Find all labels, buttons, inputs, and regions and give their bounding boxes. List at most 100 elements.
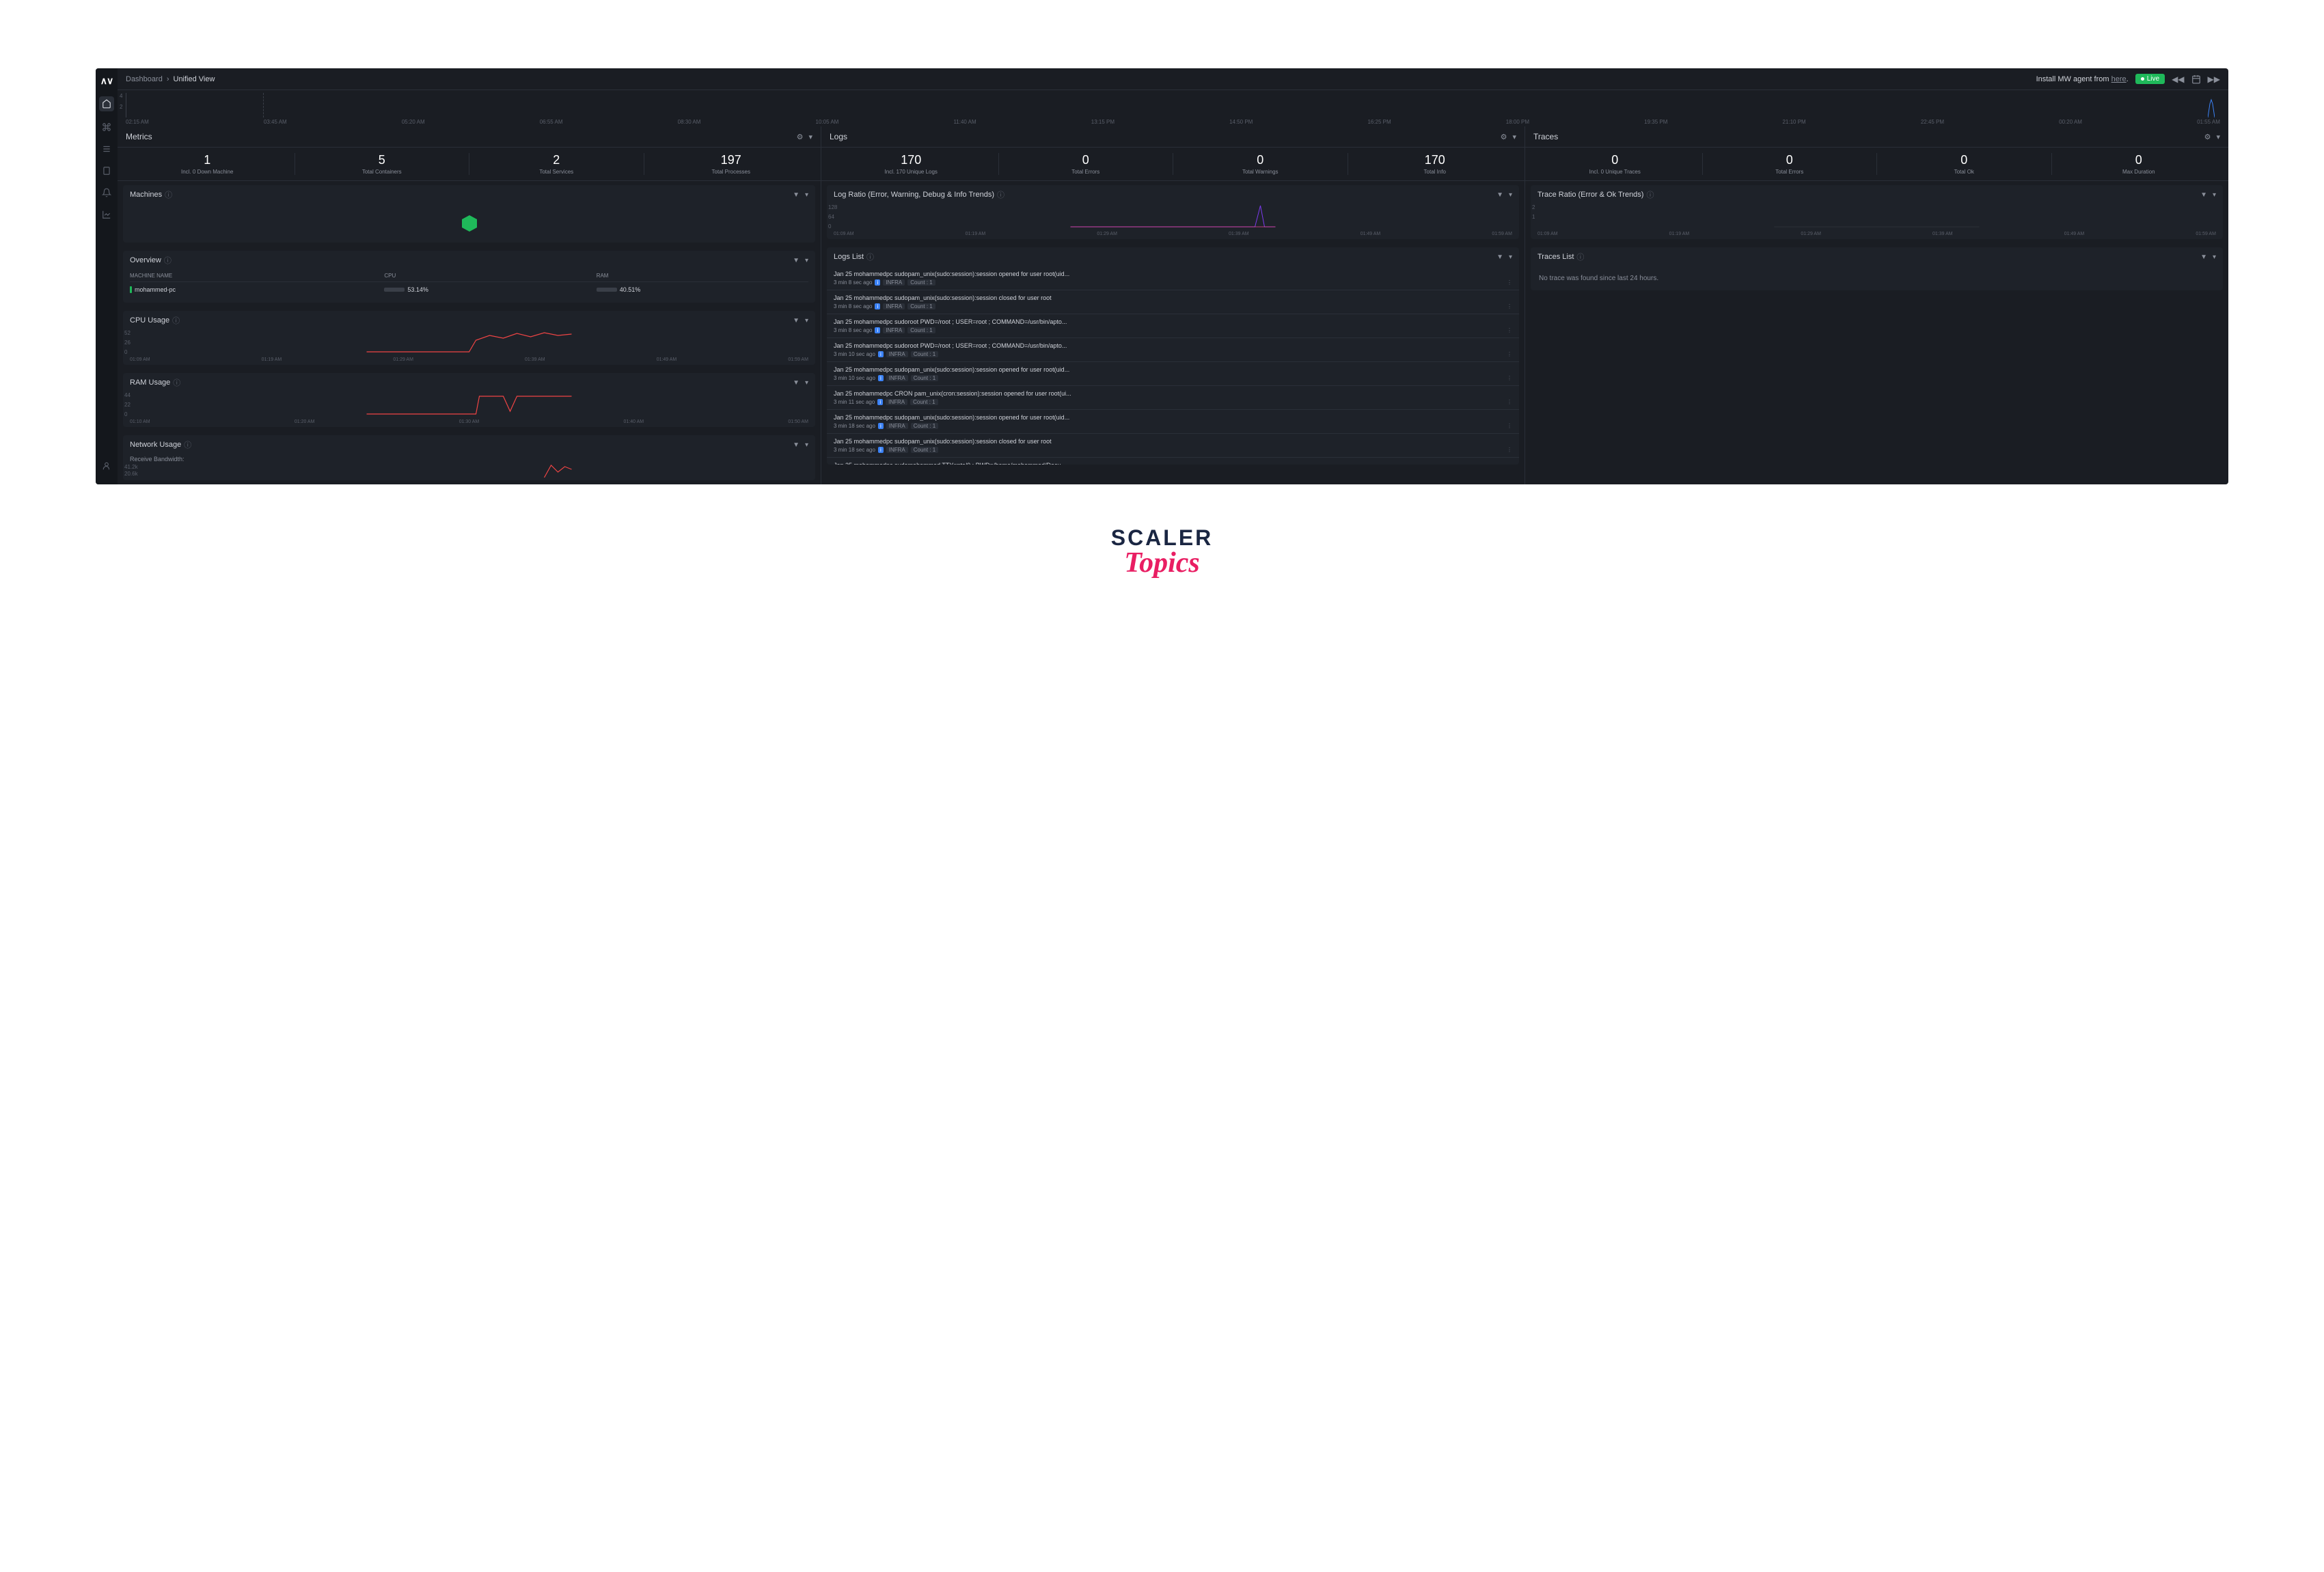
logs-list[interactable]: Jan 25 mohammedpc sudopam_unix(sudo:sess… <box>827 266 1519 465</box>
traces-stats: 0Incl. 0 Unique Traces0Total Errors0Tota… <box>1525 148 2228 181</box>
nav-home-icon[interactable] <box>99 96 114 111</box>
log-item[interactable]: Jan 25 mohammedpc sudopam_unix(sudo:sess… <box>827 410 1519 434</box>
breadcrumb-page: Unified View <box>174 75 215 83</box>
table-row[interactable]: mohammed-pc 53.14% 40.51% <box>130 282 808 297</box>
more-icon[interactable]: ⋮ <box>1507 351 1512 357</box>
timeline-chart[interactable]: 4 2 02:15 AM03:45 AM05:20 AM06:55 AM08:3… <box>118 90 2228 126</box>
sidebar: ∧∨ <box>96 68 118 484</box>
info-icon[interactable]: ⓘ <box>997 189 1004 200</box>
log-ratio-chart <box>834 204 1512 227</box>
log-item[interactable]: Jan 25 mohammedpc sudopam_unix(sudo:sess… <box>827 290 1519 314</box>
more-icon[interactable]: ⋮ <box>1507 303 1512 309</box>
gear-icon[interactable]: ⚙ <box>2204 133 2211 141</box>
info-icon[interactable]: ⓘ <box>1576 251 1584 262</box>
filter-icon[interactable]: ▼ <box>793 257 799 264</box>
cpu-chart <box>130 330 808 353</box>
stat-item: 1Incl. 0 Down Machine <box>120 153 295 175</box>
ram-card: RAM Usageⓘ ▼▾ 44 22 0 01:10 AM01:20 AM01… <box>123 373 815 427</box>
info-icon[interactable]: ⓘ <box>172 315 180 326</box>
trace-ratio-chart <box>1537 204 2216 227</box>
filter-icon[interactable]: ▼ <box>793 191 799 199</box>
stat-item: 170Incl. 170 Unique Logs <box>824 153 999 175</box>
more-icon[interactable]: ⋮ <box>1507 447 1512 453</box>
cpu-card: CPU Usageⓘ ▼▾ 52 26 0 01:09 AM01:19 AM01… <box>123 311 815 365</box>
log-item[interactable]: Jan 25 mohammedpc sudopam_unix(sudo:sess… <box>827 266 1519 290</box>
filter-icon[interactable]: ▼ <box>2200 191 2207 199</box>
more-icon[interactable]: ⋮ <box>1507 327 1512 333</box>
logs-stats: 170Incl. 170 Unique Logs0Total Errors0To… <box>821 148 1525 181</box>
filter-icon[interactable]: ▼ <box>1496 253 1503 261</box>
machines-card: Machinesⓘ ▼▾ <box>123 185 815 243</box>
info-icon[interactable]: ⓘ <box>165 189 172 200</box>
trace-ratio-card: Trace Ratio (Error & Ok Trends)ⓘ ▼▾ 2 1 … <box>1531 185 2223 239</box>
rewind-icon[interactable]: ◀◀ <box>2172 74 2184 84</box>
info-icon[interactable]: ⓘ <box>866 251 874 262</box>
info-icon[interactable]: ⓘ <box>1646 189 1654 200</box>
ram-xaxis: 01:10 AM01:20 AM01:30 AM01:40 AM01:50 AM <box>123 419 815 427</box>
nav-bell-icon[interactable] <box>100 187 113 199</box>
info-badge: i <box>875 279 880 286</box>
stat-item: 0Total Errors <box>999 153 1174 175</box>
chevron-down-icon[interactable]: ▾ <box>808 133 812 141</box>
info-icon[interactable]: ⓘ <box>164 255 172 266</box>
stat-item: 197Total Processes <box>644 153 819 175</box>
info-icon[interactable]: ⓘ <box>184 439 191 450</box>
forward-icon[interactable]: ▶▶ <box>2208 74 2220 84</box>
nav-user-icon[interactable] <box>100 460 113 472</box>
nav-command-icon[interactable] <box>100 121 113 133</box>
info-icon[interactable]: ⓘ <box>173 377 180 388</box>
ram-chart <box>130 392 808 415</box>
live-button[interactable]: Live <box>2135 74 2165 84</box>
more-icon[interactable]: ⋮ <box>1507 423 1512 429</box>
traces-title: Traces <box>1533 132 1558 141</box>
log-ratio-card: Log Ratio (Error, Warning, Debug & Info … <box>827 185 1519 239</box>
cpu-xaxis: 01:09 AM01:19 AM01:29 AM01:39 AM01:49 AM… <box>123 357 815 365</box>
stat-item: 0Total Warnings <box>1173 153 1348 175</box>
info-badge: i <box>878 375 884 381</box>
logs-list-card: Logs Listⓘ ▼▾ Jan 25 mohammedpc sudopam_… <box>827 247 1519 465</box>
net-chart <box>130 464 808 478</box>
log-item[interactable]: Jan 25 mohammedpc sudopam_unix(sudo:sess… <box>827 434 1519 458</box>
filter-icon[interactable]: ▼ <box>793 317 799 325</box>
install-link[interactable]: here <box>2111 75 2127 83</box>
install-prompt: Install MW agent from here. <box>2036 75 2129 83</box>
nav-chart-icon[interactable] <box>100 208 113 221</box>
nav-doc-icon[interactable] <box>100 165 113 177</box>
traces-list-card: Traces Listⓘ ▼▾ No trace was found since… <box>1531 247 2223 290</box>
log-item[interactable]: Jan 25 mohammedpc sudoroot PWD=/root ; U… <box>827 338 1519 362</box>
more-icon[interactable]: ⋮ <box>1507 375 1512 381</box>
traces-empty: No trace was found since last 24 hours. <box>1531 266 2223 290</box>
breadcrumb-root[interactable]: Dashboard <box>126 75 163 83</box>
filter-icon[interactable]: ▼ <box>793 379 799 387</box>
metrics-stats: 1Incl. 0 Down Machine5Total Containers2T… <box>118 148 821 181</box>
log-item[interactable]: Jan 25 mohammedpc sudopam_unix(sudo:sess… <box>827 362 1519 386</box>
stat-item: 5Total Containers <box>295 153 470 175</box>
gear-icon[interactable]: ⚙ <box>1501 133 1507 141</box>
timeline-spike-icon <box>2208 98 2215 118</box>
filter-icon[interactable]: ▼ <box>793 441 799 449</box>
metrics-column: Metrics ⚙ ▾ 1Incl. 0 Down Machine5Total C… <box>118 126 821 484</box>
more-icon[interactable]: ⋮ <box>1507 279 1512 286</box>
info-badge: i <box>877 399 883 405</box>
filter-icon[interactable]: ▼ <box>1496 191 1503 199</box>
hexagon-icon[interactable] <box>460 214 479 233</box>
log-item[interactable]: Jan 25 mohammedpc sudoroot PWD=/root ; U… <box>827 314 1519 338</box>
info-badge: i <box>875 303 880 309</box>
main-content: Dashboard › Unified View Install MW agen… <box>118 68 2228 484</box>
overview-card: Overviewⓘ ▼▾ MACHINE NAMECPURAM mohammed… <box>123 251 815 303</box>
stat-item: 170Total Info <box>1348 153 1522 175</box>
timeline-xaxis: 02:15 AM03:45 AM05:20 AM06:55 AM08:30 AM… <box>126 119 2220 125</box>
stat-item: 0Max Duration <box>2052 153 2226 175</box>
log-item[interactable]: Jan 25 mohammedpc sudomohammed TTY=pts/0… <box>827 458 1519 465</box>
gear-icon[interactable]: ⚙ <box>797 133 804 141</box>
more-icon[interactable]: ⋮ <box>1507 399 1512 405</box>
stat-item: 0Total Ok <box>1877 153 2052 175</box>
nav-layers-icon[interactable] <box>100 143 113 155</box>
log-item[interactable]: Jan 25 mohammedpc CRON pam_unix(cron:ses… <box>827 386 1519 410</box>
metrics-title: Metrics <box>126 132 152 141</box>
network-card: Network Usageⓘ ▼▾ Receive Bandwidth: 41.… <box>123 435 815 480</box>
info-badge: i <box>875 327 880 333</box>
filter-icon[interactable]: ▼ <box>2200 253 2207 261</box>
brand: SCALER Topics <box>96 525 2228 579</box>
calendar-icon[interactable] <box>2191 74 2201 84</box>
